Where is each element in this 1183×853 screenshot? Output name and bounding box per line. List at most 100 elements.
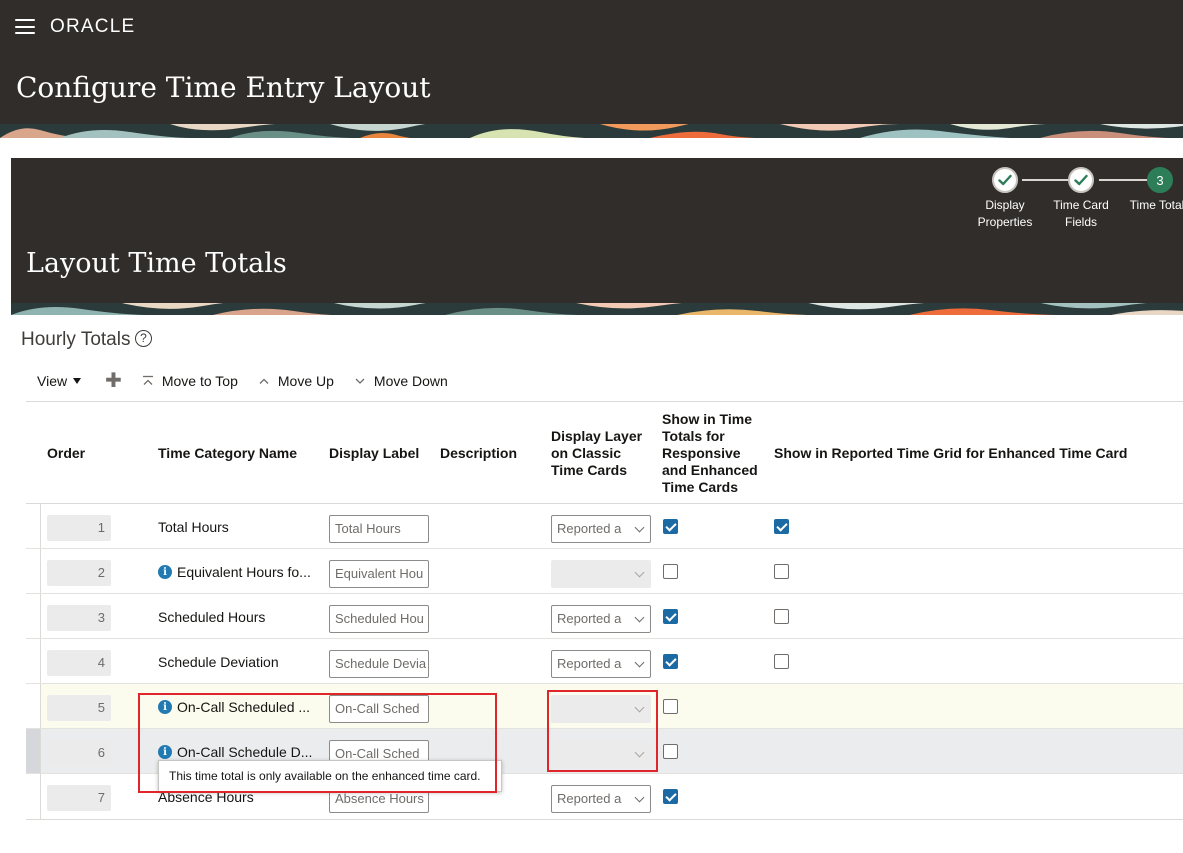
chevron-down-icon (634, 792, 645, 803)
column-header-display-layer[interactable]: Display Layer on Classic Time Cards (551, 428, 642, 479)
row-selector[interactable] (26, 504, 41, 548)
page-title: Configure Time Entry Layout (16, 71, 431, 104)
show-in-totals-checkbox[interactable] (663, 609, 678, 624)
table-toolbar: View ✚ Move to Top Move Up Move Down (37, 371, 448, 391)
column-header-display-label[interactable]: Display Label (329, 445, 419, 462)
order-field[interactable]: 5 (47, 695, 111, 721)
table-row[interactable]: 1 Total Hours Total Hours Reported a (26, 504, 1183, 549)
row-selector[interactable] (26, 549, 41, 593)
check-icon (992, 167, 1018, 193)
help-icon[interactable]: ? (135, 330, 152, 347)
show-in-totals-checkbox[interactable] (663, 789, 678, 804)
train-step-time-card-fields[interactable]: Time Card Fields (1041, 167, 1121, 231)
display-layer-select (551, 695, 651, 723)
show-in-totals-checkbox[interactable] (663, 564, 678, 579)
display-label-input[interactable]: Equivalent Hou (329, 560, 429, 588)
chevron-down-icon (634, 702, 645, 713)
chevron-down-icon (634, 657, 645, 668)
show-in-totals-checkbox[interactable] (663, 699, 678, 714)
show-in-totals-checkbox[interactable] (663, 519, 678, 534)
menu-icon[interactable] (15, 19, 35, 34)
order-field[interactable]: 6 (47, 740, 111, 766)
display-layer-select[interactable]: Reported a (551, 605, 651, 633)
plus-icon: ✚ (105, 370, 122, 392)
show-in-grid-checkbox[interactable] (774, 609, 789, 624)
order-field[interactable]: 4 (47, 650, 111, 676)
move-up-label: Move Up (277, 373, 334, 389)
table-row[interactable]: 2 i Equivalent Hours fo... Equivalent Hou (26, 549, 1183, 594)
table-row[interactable]: 4 Schedule Deviation Schedule Devia Repo… (26, 639, 1183, 684)
move-to-top-icon (142, 375, 153, 385)
info-icon[interactable]: i (158, 565, 172, 579)
show-in-grid-checkbox[interactable] (774, 519, 789, 534)
chevron-down-icon (634, 522, 645, 533)
app-header: ORACLE Configure Time Entry Layout (0, 0, 1183, 138)
order-field[interactable]: 2 (47, 560, 111, 586)
chevron-up-icon (259, 378, 269, 384)
column-header-order[interactable]: Order (47, 445, 85, 462)
view-menu-button[interactable]: View (37, 373, 82, 389)
order-field[interactable]: 1 (47, 515, 111, 541)
show-in-totals-checkbox[interactable] (663, 744, 678, 759)
show-in-totals-checkbox[interactable] (663, 654, 678, 669)
row-selector[interactable] (26, 639, 41, 683)
info-tooltip: This time total is only available on the… (158, 760, 502, 792)
chevron-down-icon (634, 747, 645, 758)
info-icon[interactable]: i (158, 745, 172, 759)
time-category-name: i On-Call Scheduled ... (158, 699, 310, 715)
train-step-display-properties[interactable]: Display Properties (965, 167, 1045, 231)
display-label-input[interactable]: Scheduled Hou (329, 605, 429, 633)
table-divider (26, 819, 1183, 820)
time-category-name: Scheduled Hours (158, 609, 266, 625)
decorative-pattern (0, 124, 1183, 138)
show-in-grid-checkbox[interactable] (774, 564, 789, 579)
move-to-top-button[interactable]: Move to Top (142, 373, 238, 389)
section-title: Layout Time Totals (26, 248, 287, 279)
step-number: 3 (1147, 167, 1173, 193)
chevron-down-icon (634, 567, 645, 578)
row-selector[interactable] (26, 774, 41, 819)
step-label: Fields (1064, 215, 1097, 229)
caret-down-icon (73, 378, 82, 384)
check-icon (1068, 167, 1094, 193)
order-field[interactable]: 7 (47, 785, 111, 811)
display-label-input[interactable]: Total Hours (329, 515, 429, 543)
display-layer-select (551, 740, 651, 768)
display-label-input[interactable]: On-Call Sched (329, 695, 429, 723)
step-label: Time Totals (1129, 198, 1183, 212)
time-category-name: Total Hours (158, 519, 229, 535)
info-icon[interactable]: i (158, 700, 172, 714)
column-header-show-in-time-totals[interactable]: Show in Time Totals for Responsive and E… (662, 411, 758, 496)
display-layer-select[interactable]: Reported a (551, 515, 651, 543)
move-down-button[interactable]: Move Down (354, 373, 448, 389)
add-row-button[interactable]: ✚ (105, 370, 142, 392)
oracle-logo[interactable]: ORACLE (50, 16, 135, 38)
step-label: Display (985, 198, 1025, 212)
train-step-time-totals[interactable]: 3 Time Totals (1120, 167, 1183, 214)
display-layer-select (551, 560, 651, 588)
step-label: Time Card (1053, 198, 1109, 212)
table-row[interactable]: 3 Scheduled Hours Scheduled Hou Reported… (26, 594, 1183, 639)
show-in-grid-checkbox[interactable] (774, 654, 789, 669)
display-label-input[interactable]: Schedule Devia (329, 650, 429, 678)
chevron-down-icon (355, 378, 365, 384)
column-header-show-in-reported-time-grid[interactable]: Show in Reported Time Grid for Enhanced … (774, 445, 1127, 462)
row-selector[interactable] (26, 684, 41, 728)
move-down-label: Move Down (373, 373, 448, 389)
hourly-totals-title: Hourly Totals (21, 329, 131, 350)
column-header-time-category-name[interactable]: Time Category Name (158, 445, 297, 462)
row-selector[interactable] (26, 729, 41, 773)
order-field[interactable]: 3 (47, 605, 111, 631)
column-header-description[interactable]: Description (440, 445, 517, 462)
view-label: View (37, 373, 68, 389)
decorative-pattern (11, 303, 1183, 315)
train-panel: Display Properties Time Card Fields 3 Ti… (11, 158, 1183, 315)
display-layer-select[interactable]: Reported a (551, 650, 651, 678)
time-category-name: i Equivalent Hours fo... (158, 564, 311, 580)
table-row[interactable]: 5 i On-Call Scheduled ... On-Call Sched (26, 684, 1183, 729)
move-up-button[interactable]: Move Up (258, 373, 334, 389)
time-category-name: Schedule Deviation (158, 654, 279, 670)
step-label: Properties (977, 215, 1033, 229)
row-selector[interactable] (26, 594, 41, 638)
display-layer-select[interactable]: Reported a (551, 785, 651, 813)
